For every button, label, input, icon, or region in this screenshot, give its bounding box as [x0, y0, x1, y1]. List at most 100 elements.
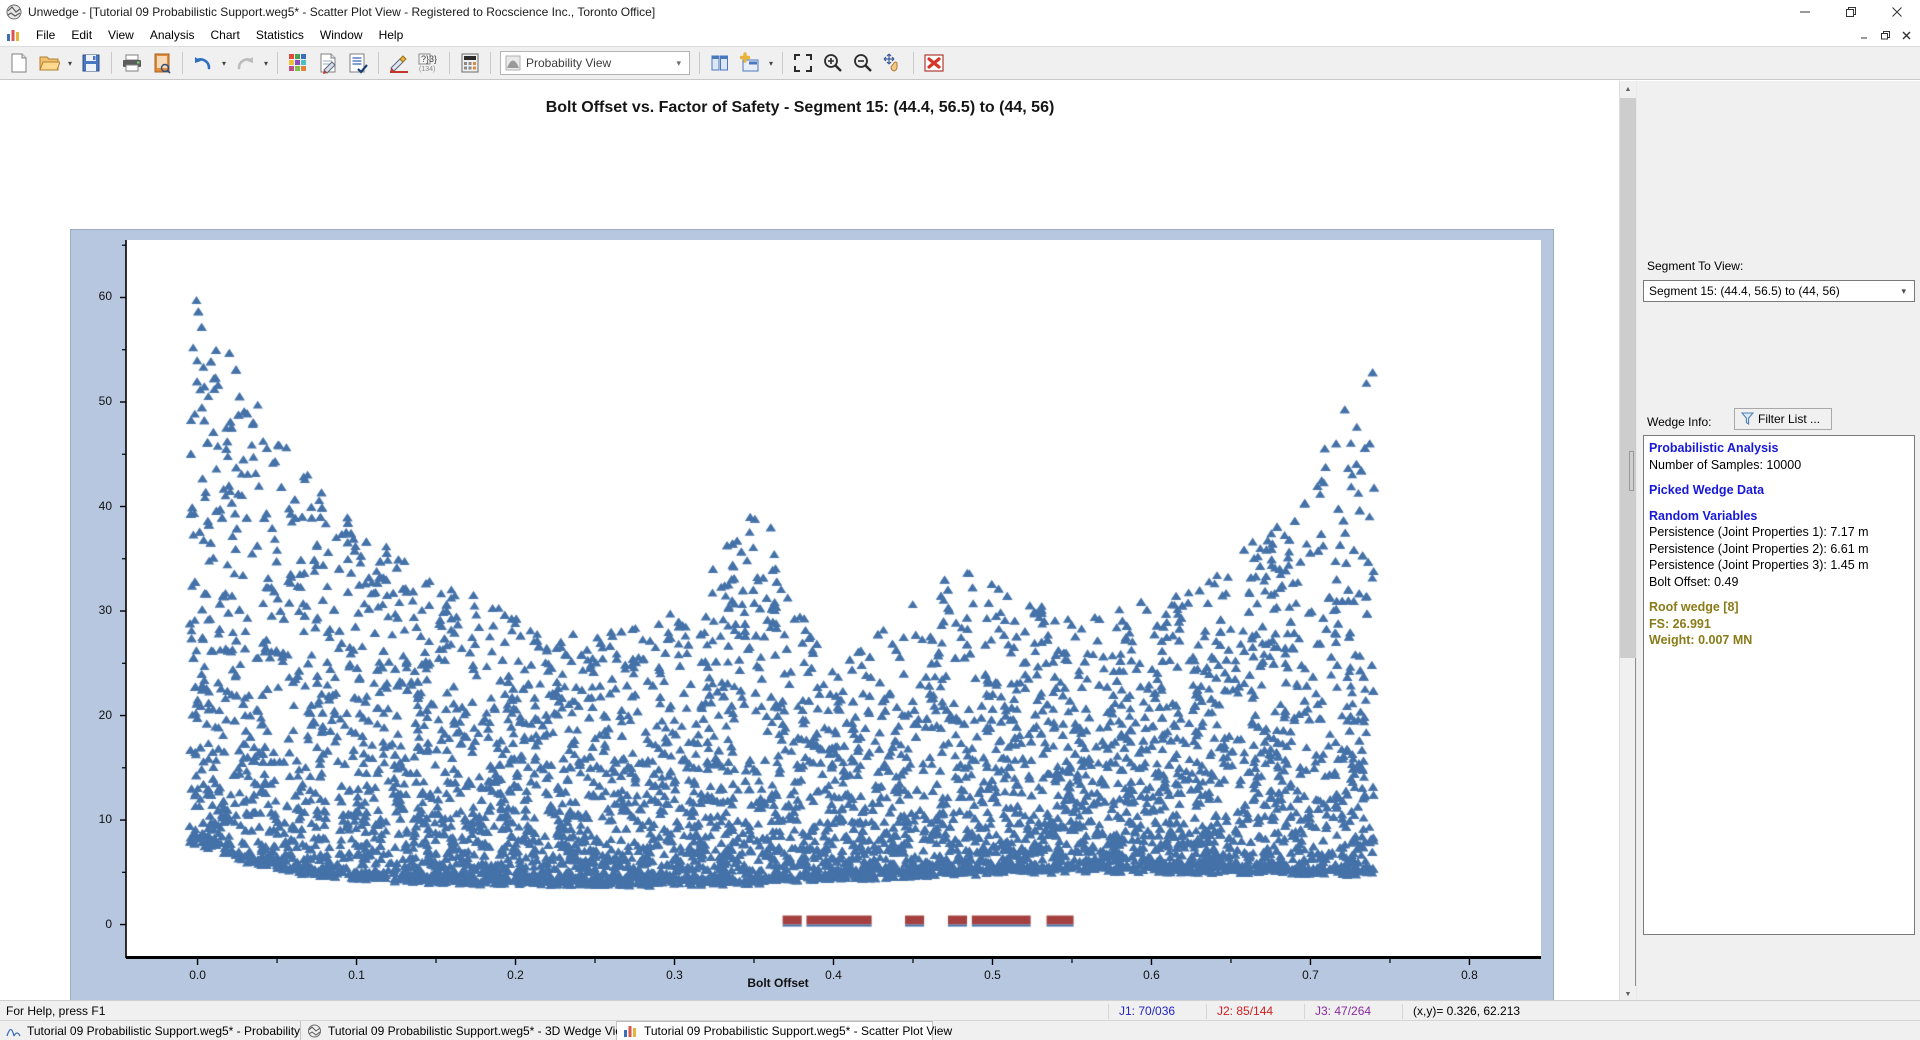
- filter-list-button[interactable]: Filter List ...: [1734, 408, 1832, 430]
- scatter-canvas[interactable]: [126, 240, 1541, 958]
- toolbar-separator: [111, 52, 112, 74]
- window-minimize-button[interactable]: [1782, 0, 1828, 24]
- close-view-icon[interactable]: [919, 48, 949, 78]
- chart-title: Bolt Offset vs. Factor of Safety - Segme…: [545, 99, 1055, 116]
- menu-item-view[interactable]: View: [100, 26, 142, 44]
- menu-item-help[interactable]: Help: [371, 26, 412, 44]
- redo-dropdown-arrow-icon[interactable]: ▾: [260, 48, 272, 78]
- undo-dropdown-arrow-icon[interactable]: ▾: [218, 48, 230, 78]
- y-tick-label: 50: [98, 393, 112, 408]
- filter-funnel-icon: [1741, 412, 1754, 426]
- x-axis-label: Bolt Offset: [747, 976, 809, 990]
- probability-curve-icon: [6, 1024, 21, 1038]
- zoom-in-icon[interactable]: [818, 48, 848, 78]
- pan-icon[interactable]: [878, 48, 908, 78]
- segment-to-view-combobox[interactable]: Segment 15: (44.4, 56.5) to (44, 56) ▾: [1643, 280, 1915, 302]
- open-folder-icon[interactable]: [34, 48, 64, 78]
- toolbar-separator: [378, 52, 379, 74]
- view-tab-bar: Tutorial 09 Probabilistic Support.weg5* …: [0, 1020, 1920, 1040]
- menu-item-statistics[interactable]: Statistics: [248, 26, 312, 44]
- view-type-combobox[interactable]: Probability View ▾: [500, 51, 690, 75]
- menu-item-edit[interactable]: Edit: [63, 26, 100, 44]
- save-icon[interactable]: [76, 48, 106, 78]
- info-text-line: Persistence (Joint Properties 1): 7.17 m: [1649, 525, 1869, 539]
- scatter-plot-document-window: Bolt Offset vs. Factor of Safety - Segme…: [0, 81, 1636, 1039]
- scrollbar-thumb[interactable]: [1620, 98, 1636, 658]
- window-close-button[interactable]: [1874, 0, 1920, 24]
- y-tick-label: 0: [105, 916, 112, 931]
- page-edit-icon[interactable]: [313, 48, 343, 78]
- info-text-line: Bolt Offset: 0.49: [1649, 574, 1739, 589]
- svg-text:?}3}: ?}3}: [421, 54, 437, 64]
- info-heading: Random Variables: [1649, 508, 1758, 523]
- wedge-info-label: Wedge Info:: [1647, 415, 1712, 429]
- mdi-restore-button[interactable]: [1875, 26, 1895, 44]
- add-view-dropdown-arrow-icon[interactable]: ▾: [765, 48, 777, 78]
- panel-splitter-handle[interactable]: [1629, 451, 1634, 491]
- mdi-minimize-button[interactable]: [1854, 26, 1874, 44]
- y-tick-label: 60: [98, 289, 112, 304]
- mdi-close-button[interactable]: [1896, 26, 1916, 44]
- window-maximize-button[interactable]: [1828, 0, 1874, 24]
- info-wedge-line: Weight: 0.007 MN: [1649, 633, 1753, 647]
- y-tick-label: 20: [98, 707, 112, 722]
- zoom-out-icon[interactable]: [848, 48, 878, 78]
- info-viewer-icon[interactable]: ?}3} (134): [414, 48, 444, 78]
- menu-bar: File Edit View Analysis Chart Statistics…: [0, 24, 1920, 46]
- calculator-icon[interactable]: [455, 48, 485, 78]
- menu-item-window[interactable]: Window: [312, 26, 371, 44]
- document-vertical-scrollbar[interactable]: ▲ ▼: [1619, 81, 1636, 1003]
- split-view-icon[interactable]: [705, 48, 735, 78]
- menu-item-analysis[interactable]: Analysis: [142, 26, 203, 44]
- list-check-icon[interactable]: [343, 48, 373, 78]
- segment-to-view-value: Segment 15: (44.4, 56.5) to (44, 56): [1649, 284, 1840, 298]
- status-j3: J3: 47/264: [1304, 1004, 1402, 1019]
- color-grid-icon[interactable]: [283, 48, 313, 78]
- plot-frame: Factor of Safety 0102030405060 0.00.10.2…: [70, 229, 1554, 1009]
- status-j1: J1: 70/036: [1108, 1004, 1206, 1019]
- toolbar-separator: [490, 52, 491, 74]
- main-content-area: Bolt Offset vs. Factor of Safety - Segme…: [0, 81, 1920, 1039]
- svg-text:(134): (134): [419, 66, 435, 73]
- view-tab-2[interactable]: Tutorial 09 Probabilistic Support.weg5* …: [301, 1021, 631, 1040]
- view-tab-label: Tutorial 09 Probabilistic Support.weg5* …: [644, 1024, 953, 1038]
- wedge-3d-icon: [307, 1024, 322, 1038]
- zoom-all-icon[interactable]: [788, 48, 818, 78]
- toolbar-separator: [277, 52, 278, 74]
- app-logo-icon: [6, 4, 22, 20]
- toolbar-separator: [182, 52, 183, 74]
- title-bar: Unwedge - [Tutorial 09 Probabilistic Sup…: [0, 0, 1920, 24]
- wedge-info-panel[interactable]: Probabilistic Analysis Number of Samples:…: [1643, 435, 1915, 935]
- open-folder-dropdown-arrow-icon[interactable]: ▾: [64, 48, 76, 78]
- status-j2: J2: 85/144: [1206, 1004, 1304, 1019]
- menu-item-chart[interactable]: Chart: [203, 26, 248, 44]
- view-tab-3[interactable]: Tutorial 09 Probabilistic Support.weg5* …: [617, 1021, 952, 1040]
- view-type-value: Probability View: [526, 56, 612, 70]
- y-tick-label: 10: [98, 812, 112, 827]
- info-text-line: Persistence (Joint Properties 2): 6.61 m: [1649, 541, 1869, 556]
- print-preview-icon[interactable]: [147, 48, 177, 78]
- info-heading: Picked Wedge Data: [1649, 483, 1765, 497]
- info-text-line: Persistence (Joint Properties 3): 1.45 m: [1649, 558, 1869, 572]
- scroll-up-arrow-icon[interactable]: ▲: [1620, 81, 1636, 98]
- view-tab-label: Tutorial 09 Probabilistic Support.weg5* …: [27, 1023, 330, 1038]
- segment-to-view-label: Segment To View:: [1647, 259, 1744, 273]
- print-icon[interactable]: [117, 48, 147, 78]
- view-tab-label: Tutorial 09 Probabilistic Support.weg5* …: [328, 1023, 631, 1038]
- filter-list-button-label: Filter List ...: [1758, 412, 1821, 426]
- view-tab-1[interactable]: Tutorial 09 Probabilistic Support.weg5* …: [0, 1021, 329, 1040]
- window-title: Unwedge - [Tutorial 09 Probabilistic Sup…: [28, 4, 656, 19]
- y-tick-label: 40: [98, 498, 112, 513]
- new-file-icon[interactable]: [4, 48, 34, 78]
- plot-area[interactable]: [126, 240, 1541, 958]
- window-controls: [1782, 0, 1920, 24]
- menu-item-file[interactable]: File: [28, 26, 63, 44]
- compute-icon[interactable]: [384, 48, 414, 78]
- chevron-down-icon[interactable]: ▾: [1901, 286, 1906, 297]
- add-view-icon[interactable]: [735, 48, 765, 78]
- chevron-down-icon[interactable]: ▾: [676, 58, 681, 69]
- redo-icon[interactable]: [230, 48, 260, 78]
- undo-icon[interactable]: [188, 48, 218, 78]
